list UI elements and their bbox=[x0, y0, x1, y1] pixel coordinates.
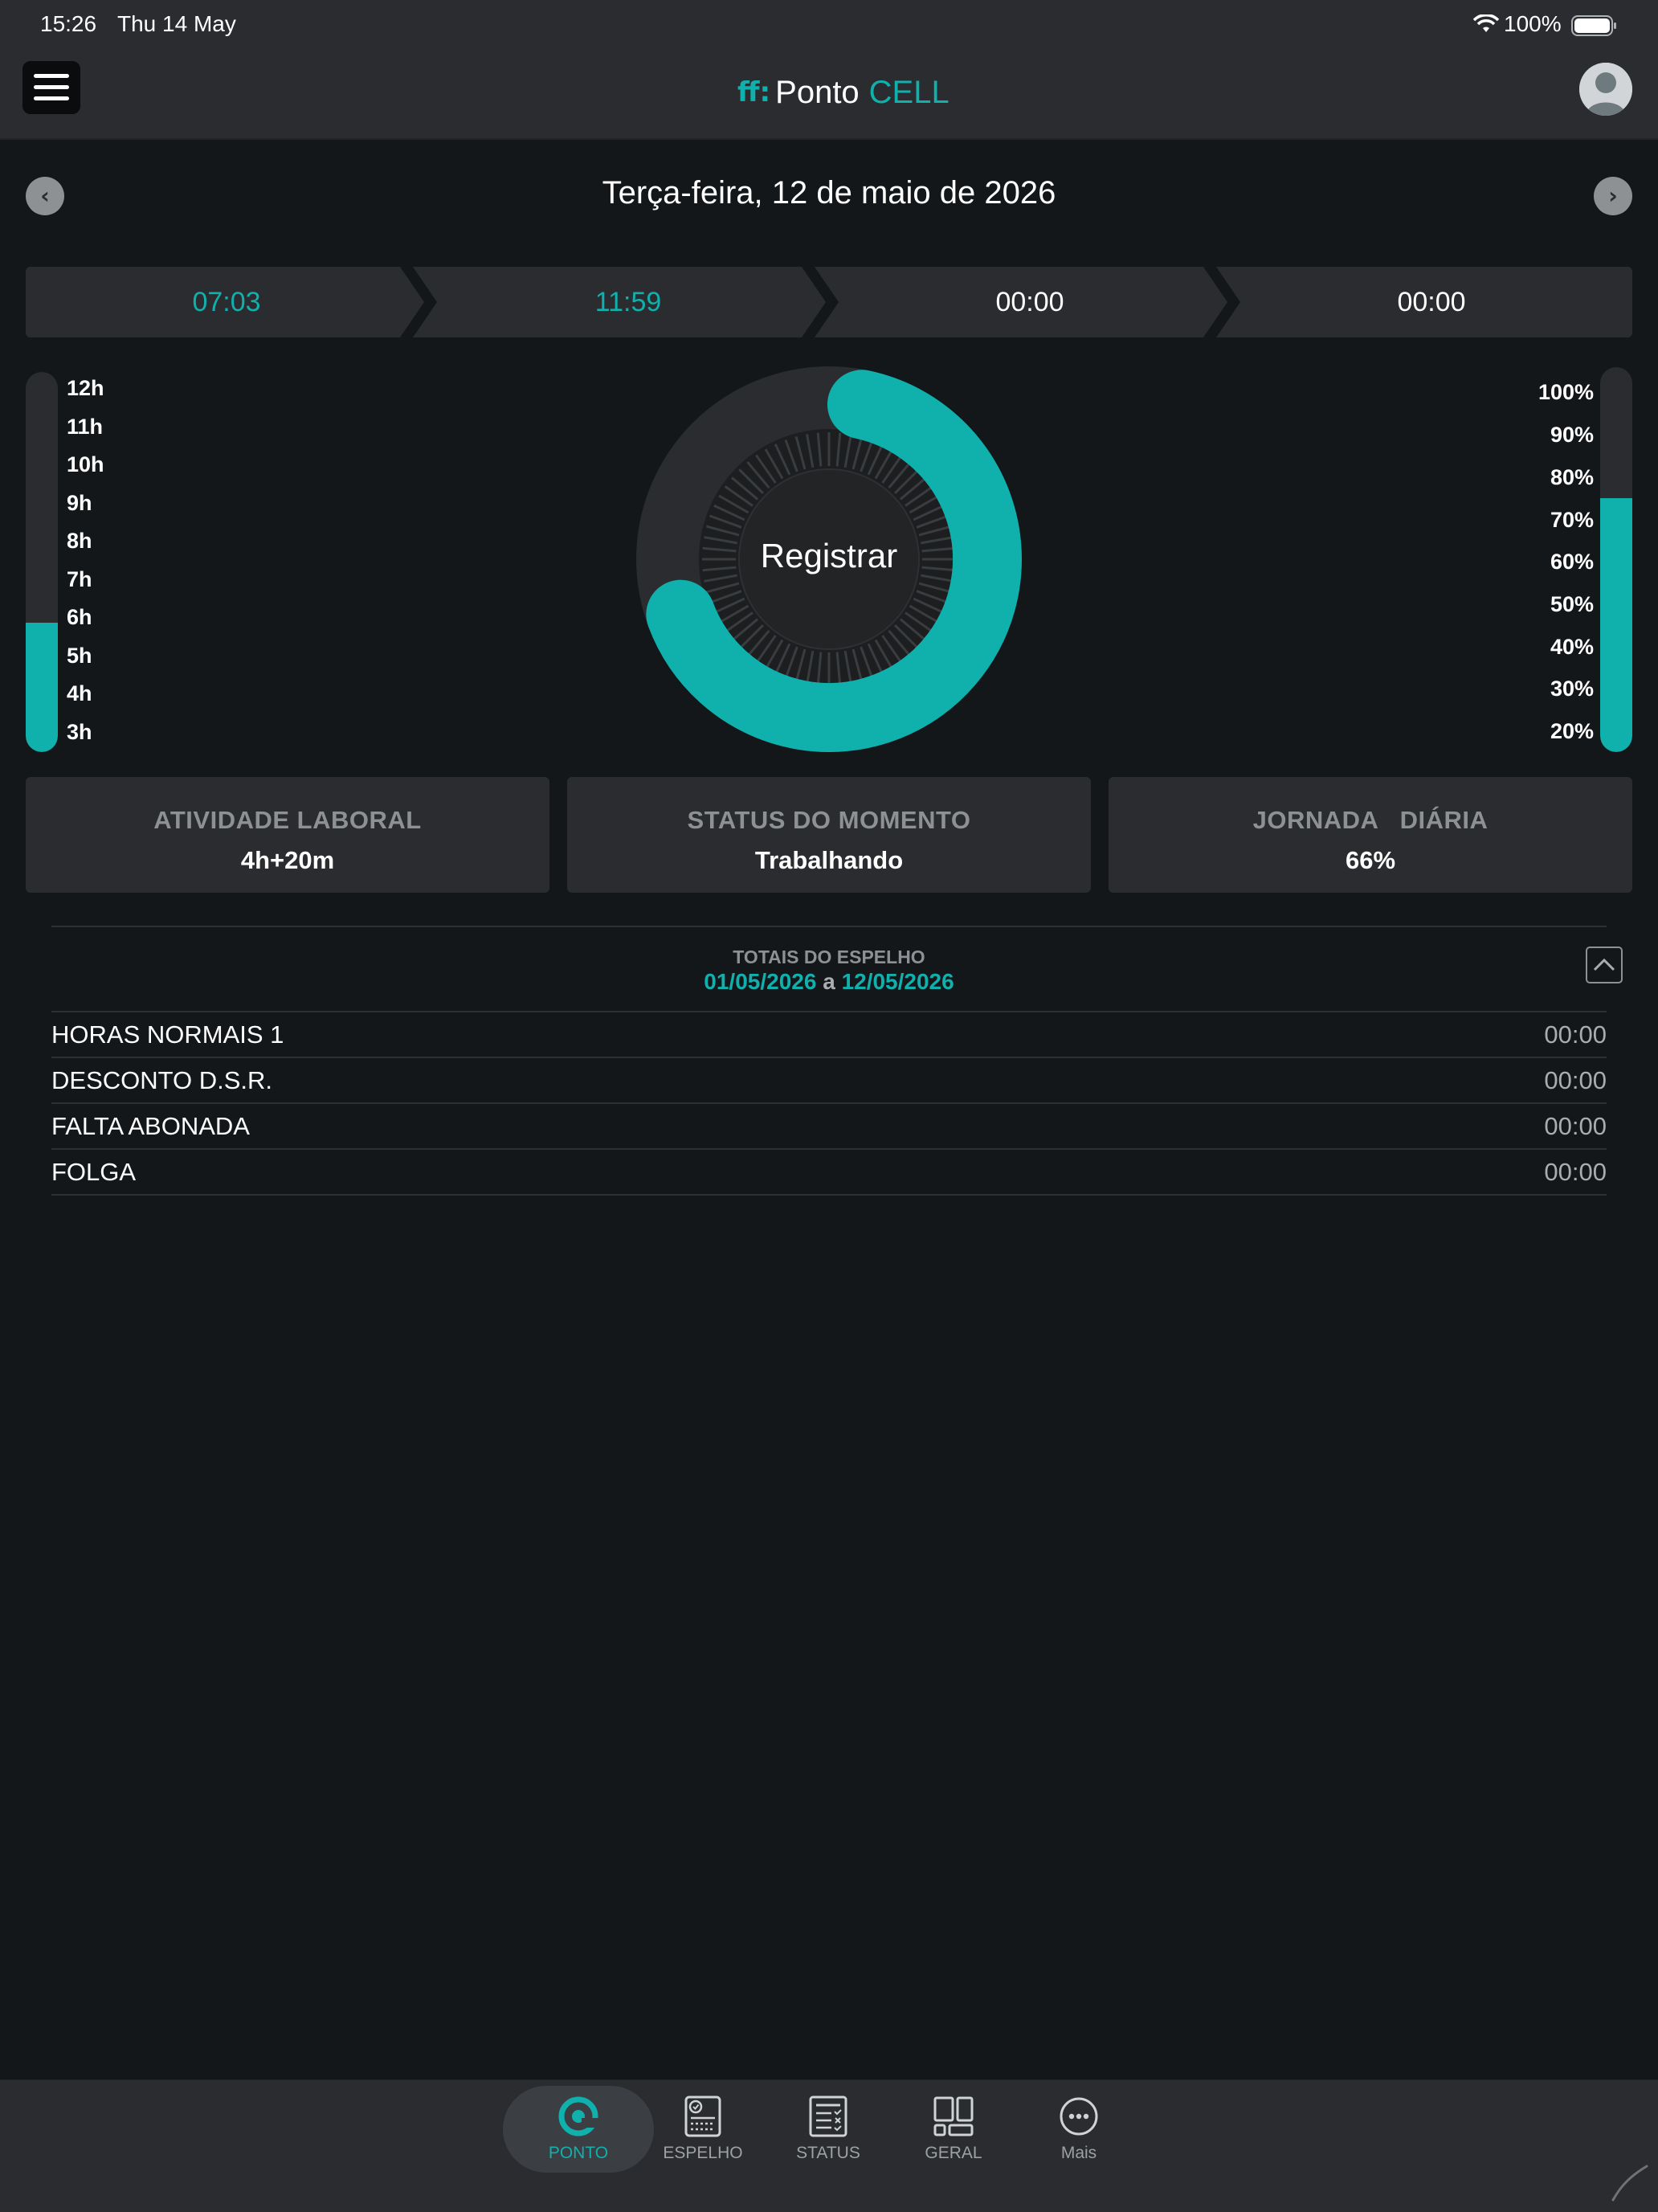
geral-icon bbox=[933, 2096, 974, 2136]
tab-ponto[interactable]: PONTO bbox=[522, 2094, 635, 2163]
hours-tick-label: 11h bbox=[67, 415, 104, 439]
divider bbox=[51, 926, 1607, 927]
totals-row-value: 00:00 bbox=[1544, 1158, 1607, 1186]
hours-tick-label: 6h bbox=[67, 605, 92, 629]
card-status-do-momento: STATUS DO MOMENTO Trabalhando bbox=[567, 777, 1091, 893]
hours-tick-label: 9h bbox=[67, 491, 92, 515]
percent-tick-label: 90% bbox=[1550, 423, 1594, 447]
punch-time-2[interactable]: 11:59 bbox=[427, 267, 829, 337]
percent-gauge-fill bbox=[1600, 497, 1632, 752]
totals-row-label: FOLGA bbox=[51, 1158, 137, 1186]
card-title: STATUS DO MOMENTO bbox=[687, 806, 971, 834]
tab-espelho[interactable]: ESPELHO bbox=[647, 2094, 759, 2163]
espelho-icon bbox=[684, 2095, 721, 2137]
hours-gauge-fill bbox=[26, 623, 58, 752]
status-bar: 15:26 Thu 14 May 100% bbox=[0, 0, 1658, 50]
divider bbox=[51, 1011, 1607, 1012]
tab-geral[interactable]: GERAL bbox=[897, 2094, 1010, 2163]
card-jornada-diaria: JORNADA DIÁRIA 66% bbox=[1109, 777, 1632, 893]
percent-tick-label: 100% bbox=[1538, 380, 1594, 404]
hamburger-menu-icon[interactable] bbox=[22, 61, 80, 114]
tab-label: STATUS bbox=[796, 2144, 860, 2162]
hours-gauge bbox=[26, 372, 58, 752]
card-value: Trabalhando bbox=[754, 846, 904, 874]
hours-tick-label: 8h bbox=[67, 529, 92, 553]
divider bbox=[51, 1057, 1607, 1058]
percent-tick-label: 60% bbox=[1550, 550, 1594, 574]
totals-range-separator: a bbox=[823, 969, 835, 994]
battery-icon bbox=[1571, 15, 1616, 36]
percent-gauge bbox=[1600, 367, 1632, 752]
chevron-up-icon bbox=[1593, 958, 1615, 971]
status-icon bbox=[809, 2095, 847, 2137]
card-value: 66% bbox=[1345, 846, 1396, 874]
card-atividade-laboral: ATIVIDADE LABORAL 4h+20m bbox=[26, 777, 549, 893]
totals-row-value: 00:00 bbox=[1544, 1112, 1607, 1140]
tab-label: PONTO bbox=[548, 2144, 609, 2162]
wifi-icon bbox=[1473, 14, 1499, 32]
totals-row-value: 00:00 bbox=[1544, 1020, 1607, 1049]
percent-tick-label: 30% bbox=[1550, 677, 1594, 701]
tab-label: GERAL bbox=[925, 2144, 982, 2162]
punch-time-1[interactable]: 07:03 bbox=[26, 267, 427, 337]
hours-tick-label: 4h bbox=[67, 681, 92, 705]
punch-separator-icon bbox=[1203, 267, 1240, 337]
date-title: Terça-feira, 12 de maio de 2026 bbox=[602, 175, 1056, 211]
punch-time-3[interactable]: 00:00 bbox=[829, 267, 1231, 337]
ponto-icon bbox=[558, 2096, 599, 2136]
resize-handle-icon bbox=[1611, 2165, 1648, 2202]
totals-date-range: 01/05/2026 a 12/05/2026 bbox=[0, 969, 1658, 995]
divider bbox=[51, 1102, 1607, 1104]
status-time: 15:26 bbox=[40, 11, 97, 36]
card-title: ATIVIDADE LABORAL bbox=[153, 806, 422, 834]
hours-tick-label: 7h bbox=[67, 567, 92, 591]
collapse-totals-button[interactable] bbox=[1586, 947, 1623, 983]
totals-end-date: 12/05/2026 bbox=[841, 969, 954, 994]
status-date: Thu 14 May bbox=[117, 11, 236, 36]
totals-start-date: 01/05/2026 bbox=[704, 969, 817, 994]
tab-label: ESPELHO bbox=[663, 2144, 743, 2162]
totals-title: TOTAIS DO ESPELHO bbox=[733, 947, 925, 967]
divider bbox=[51, 1194, 1607, 1196]
percent-tick-label: 20% bbox=[1550, 719, 1594, 743]
divider bbox=[51, 1148, 1607, 1150]
totals-row-label: FALTA ABONADA bbox=[51, 1112, 250, 1140]
punch-separator-icon bbox=[400, 267, 437, 337]
tab-label: Mais bbox=[1060, 2144, 1097, 2162]
punch-times-strip: 07:03 11:59 00:00 00:00 bbox=[26, 267, 1632, 337]
punch-time-4[interactable]: 00:00 bbox=[1231, 267, 1632, 337]
card-value: 4h+20m bbox=[240, 846, 335, 874]
next-day-button[interactable]: › bbox=[1594, 177, 1632, 215]
user-avatar-icon bbox=[1579, 63, 1632, 116]
punch-separator-icon bbox=[802, 267, 839, 337]
logo-word-ponto: Ponto bbox=[775, 74, 860, 110]
card-title: JORNADA DIÁRIA bbox=[1252, 806, 1489, 834]
percent-tick-label: 50% bbox=[1550, 592, 1594, 616]
hours-tick-label: 5h bbox=[67, 644, 92, 668]
percent-tick-label: 80% bbox=[1550, 465, 1594, 489]
logo-mark-icon: ff: bbox=[737, 76, 771, 108]
tab-mais[interactable]: Mais bbox=[1023, 2094, 1135, 2163]
hours-tick-label: 3h bbox=[67, 720, 92, 744]
battery-percent: 100% bbox=[1504, 11, 1562, 36]
more-icon bbox=[1060, 2097, 1098, 2136]
hours-tick-label: 10h bbox=[67, 452, 104, 476]
avatar[interactable] bbox=[1579, 63, 1632, 116]
totals-row-label: HORAS NORMAIS 1 bbox=[51, 1020, 284, 1049]
percent-tick-label: 70% bbox=[1550, 508, 1594, 532]
logo-word-cell: CELL bbox=[868, 74, 949, 110]
chevron-right-icon: › bbox=[1608, 182, 1618, 209]
totals-row-label: DESCONTO D.S.R. bbox=[51, 1066, 273, 1094]
percent-tick-label: 40% bbox=[1550, 635, 1594, 659]
app-header: ff: Ponto CELL bbox=[0, 50, 1658, 140]
register-button-label[interactable]: Registrar bbox=[636, 537, 1022, 575]
tab-status[interactable]: STATUS bbox=[772, 2094, 884, 2163]
app-logo: ff: Ponto CELL bbox=[737, 72, 949, 112]
totals-row-value: 00:00 bbox=[1544, 1066, 1607, 1094]
hours-tick-label: 12h bbox=[67, 376, 104, 400]
